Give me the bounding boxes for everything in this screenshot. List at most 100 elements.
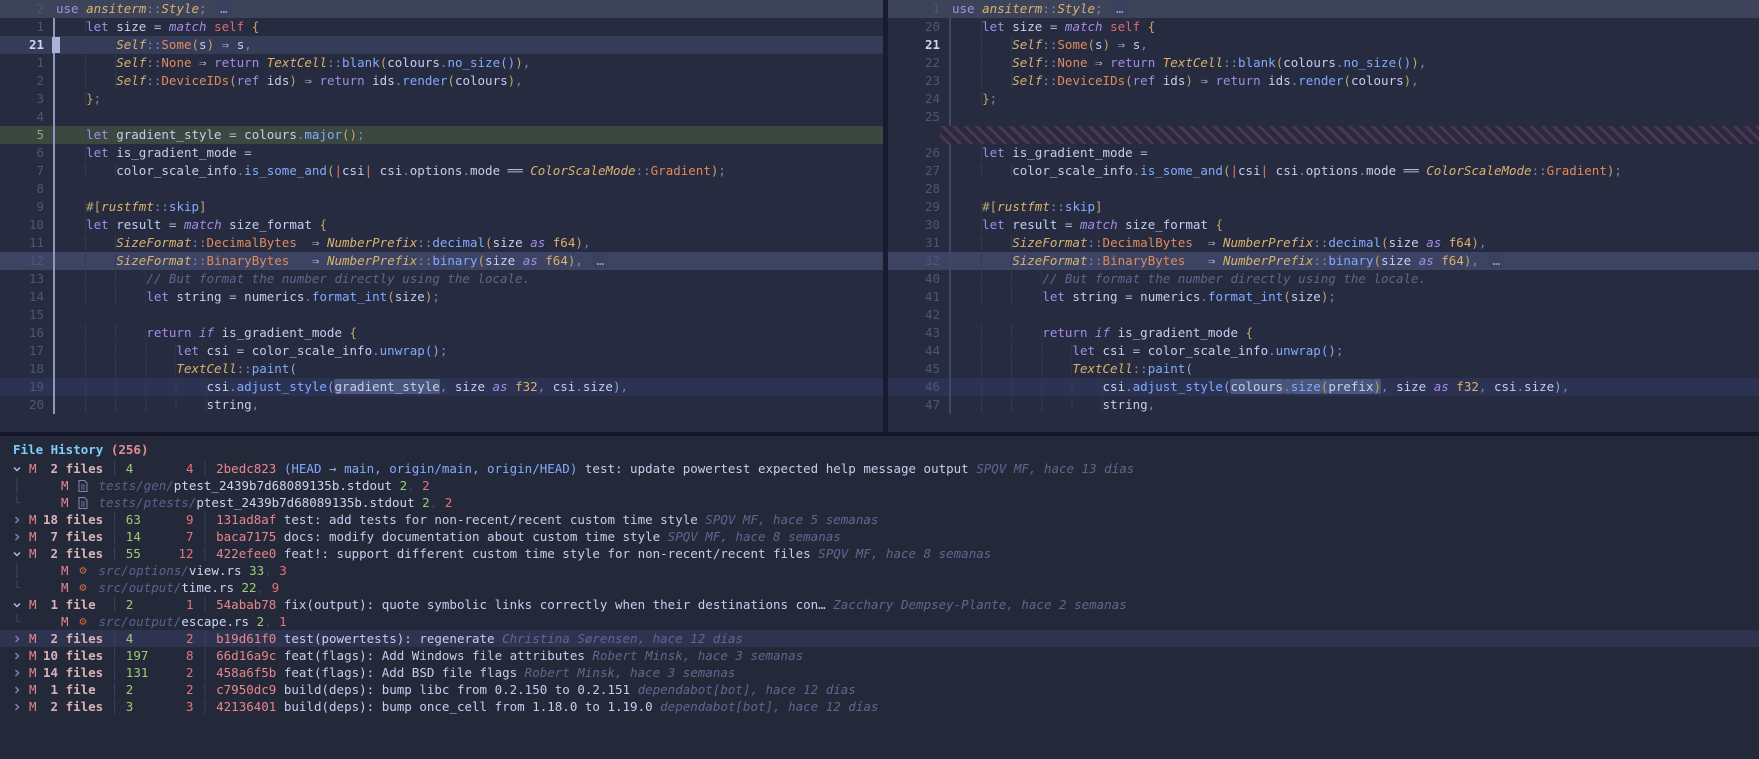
- code-line[interactable]: 3 };: [0, 90, 883, 108]
- code-line[interactable]: 13 // But format the number directly usi…: [0, 270, 883, 288]
- code-text[interactable]: [44, 180, 883, 198]
- commit-row[interactable]: M18 files │ 63 9 │ 131ad8af test: add te…: [0, 511, 1759, 528]
- code-text[interactable]: return if is_gradient_mode {: [940, 324, 1759, 342]
- code-text[interactable]: Self::DeviceIDs(ref ids) ⇒ return ids.re…: [940, 72, 1759, 90]
- code-text[interactable]: Self::Some(s) ⇒ s,: [44, 36, 883, 54]
- code-text[interactable]: SizeFormat::DecimalBytes ⇒ NumberPrefix:…: [940, 234, 1759, 252]
- file-row[interactable]: │M tests/gen/ptest_2439b7d68089135b.stdo…: [0, 477, 1759, 494]
- commit-row[interactable]: M 1 file │ 2 1 │ 54abab78 fix(output): q…: [0, 596, 1759, 613]
- code-text[interactable]: [940, 180, 1759, 198]
- code-line[interactable]: 2use ansiterm::Style; …: [0, 0, 883, 18]
- code-line[interactable]: 41 let string = numerics.format_int(size…: [888, 288, 1759, 306]
- code-text[interactable]: use ansiterm::Style; …: [44, 0, 883, 18]
- code-line[interactable]: 43 return if is_gradient_mode {: [888, 324, 1759, 342]
- code-text[interactable]: [44, 306, 883, 324]
- code-line[interactable]: 1 Self::None ⇒ return TextCell::blank(co…: [0, 54, 883, 72]
- code-line[interactable]: 23 Self::DeviceIDs(ref ids) ⇒ return ids…: [888, 72, 1759, 90]
- code-line[interactable]: 25: [888, 108, 1759, 126]
- code-text[interactable]: let size = match self {: [940, 18, 1759, 36]
- code-text[interactable]: // But format the number directly using …: [940, 270, 1759, 288]
- code-line[interactable]: 20 let size = match self {: [888, 18, 1759, 36]
- deleted-line-filler[interactable]: [888, 126, 1759, 144]
- code-text[interactable]: };: [44, 90, 883, 108]
- code-text[interactable]: color_scale_info.is_some_and(|csi| csi.o…: [940, 162, 1759, 180]
- file-row[interactable]: └M ⚙ src/output/time.rs 22, 9: [0, 579, 1759, 596]
- code-line[interactable]: 30 let result = match size_format {: [888, 216, 1759, 234]
- code-text[interactable]: SizeFormat::BinaryBytes ⇒ NumberPrefix::…: [940, 252, 1759, 270]
- code-line[interactable]: 15: [0, 306, 883, 324]
- code-text[interactable]: return if is_gradient_mode {: [44, 324, 883, 342]
- code-text[interactable]: #[rustfmt::skip]: [940, 198, 1759, 216]
- code-line[interactable]: 11 SizeFormat::DecimalBytes ⇒ NumberPref…: [0, 234, 883, 252]
- code-text[interactable]: let size = match self {: [44, 18, 883, 36]
- commit-row[interactable]: M10 files │ 197 8 │ 66d16a9c feat(flags)…: [0, 647, 1759, 664]
- code-text[interactable]: [940, 108, 1759, 126]
- file-row[interactable]: └M tests/ptests/ptest_2439b7d68089135b.s…: [0, 494, 1759, 511]
- code-text[interactable]: TextCell::paint(: [940, 360, 1759, 378]
- code-text[interactable]: #[rustfmt::skip]: [44, 198, 883, 216]
- code-line[interactable]: 44 let csi = color_scale_info.unwrap();: [888, 342, 1759, 360]
- chevron-right-icon[interactable]: [13, 686, 29, 694]
- code-line[interactable]: 31 SizeFormat::DecimalBytes ⇒ NumberPref…: [888, 234, 1759, 252]
- code-line[interactable]: 20 string,: [0, 396, 883, 414]
- code-line[interactable]: 32 SizeFormat::BinaryBytes ⇒ NumberPrefi…: [888, 252, 1759, 270]
- code-text[interactable]: Self::None ⇒ return TextCell::blank(colo…: [940, 54, 1759, 72]
- commit-row[interactable]: M 1 file │ 2 2 │ c7950dc9 build(deps): b…: [0, 681, 1759, 698]
- code-line[interactable]: 12 SizeFormat::BinaryBytes ⇒ NumberPrefi…: [0, 252, 883, 270]
- code-line[interactable]: 47 string,: [888, 396, 1759, 414]
- code-text[interactable]: let gradient_style = colours.major();: [44, 126, 883, 144]
- code-line[interactable]: 7 color_scale_info.is_some_and(|csi| csi…: [0, 162, 883, 180]
- code-text[interactable]: csi.adjust_style(gradient_style, size as…: [44, 378, 883, 396]
- code-line[interactable]: 45 TextCell::paint(: [888, 360, 1759, 378]
- code-text[interactable]: SizeFormat::DecimalBytes ⇒ NumberPrefix:…: [44, 234, 883, 252]
- code-line[interactable]: 8: [0, 180, 883, 198]
- commit-row[interactable]: M 2 files │ 55 12 │ 422efee0 feat!: supp…: [0, 545, 1759, 562]
- code-text[interactable]: let csi = color_scale_info.unwrap();: [44, 342, 883, 360]
- code-text[interactable]: SizeFormat::BinaryBytes ⇒ NumberPrefix::…: [44, 252, 883, 270]
- file-row[interactable]: │M ⚙ src/options/view.rs 33, 3: [0, 562, 1759, 579]
- commit-row[interactable]: M14 files │ 131 2 │ 458a6f5b feat(flags)…: [0, 664, 1759, 681]
- chevron-right-icon[interactable]: [13, 635, 29, 643]
- commit-row[interactable]: M 2 files │ 4 4 │ 2bedc823 (HEAD → main,…: [0, 460, 1759, 477]
- code-line[interactable]: 9 #[rustfmt::skip]: [0, 198, 883, 216]
- code-text[interactable]: [44, 108, 883, 126]
- code-line[interactable]: 40 // But format the number directly usi…: [888, 270, 1759, 288]
- code-line[interactable]: 22 Self::None ⇒ return TextCell::blank(c…: [888, 54, 1759, 72]
- code-line[interactable]: 19 csi.adjust_style(gradient_style, size…: [0, 378, 883, 396]
- chevron-down-icon[interactable]: [13, 465, 29, 473]
- code-line[interactable]: 17 let csi = color_scale_info.unwrap();: [0, 342, 883, 360]
- code-text[interactable]: TextCell::paint(: [44, 360, 883, 378]
- code-line[interactable]: 42: [888, 306, 1759, 324]
- code-text[interactable]: Self::DeviceIDs(ref ids) ⇒ return ids.re…: [44, 72, 883, 90]
- commit-row[interactable]: M 7 files │ 14 7 │ baca7175 docs: modify…: [0, 528, 1759, 545]
- code-line[interactable]: 28: [888, 180, 1759, 198]
- code-line[interactable]: 29 #[rustfmt::skip]: [888, 198, 1759, 216]
- code-line[interactable]: 1 let size = match self {: [0, 18, 883, 36]
- code-text[interactable]: color_scale_info.is_some_and(|csi| csi.o…: [44, 162, 883, 180]
- code-text[interactable]: let result = match size_format {: [940, 216, 1759, 234]
- code-text[interactable]: let result = match size_format {: [44, 216, 883, 234]
- code-line[interactable]: 24 };: [888, 90, 1759, 108]
- code-text[interactable]: let is_gradient_mode =: [940, 144, 1759, 162]
- code-text[interactable]: use ansiterm::Style; …: [940, 0, 1759, 18]
- diff-pane-left[interactable]: 2use ansiterm::Style; …1 let size = matc…: [0, 0, 883, 432]
- code-line[interactable]: 5 let gradient_style = colours.major();: [0, 126, 883, 144]
- code-line[interactable]: 2 Self::DeviceIDs(ref ids) ⇒ return ids.…: [0, 72, 883, 90]
- chevron-right-icon[interactable]: [13, 516, 29, 524]
- chevron-down-icon[interactable]: [13, 550, 29, 558]
- diff-pane-right[interactable]: 1use ansiterm::Style; …20 let size = mat…: [888, 0, 1759, 432]
- code-line[interactable]: 18 TextCell::paint(: [0, 360, 883, 378]
- code-line[interactable]: 14 let string = numerics.format_int(size…: [0, 288, 883, 306]
- code-line[interactable]: 10 let result = match size_format {: [0, 216, 883, 234]
- code-text[interactable]: string,: [44, 396, 883, 414]
- commit-row[interactable]: M 2 files │ 3 3 │ 42136401 build(deps): …: [0, 698, 1759, 715]
- code-text[interactable]: csi.adjust_style(colours.size(prefix), s…: [940, 378, 1759, 396]
- chevron-right-icon[interactable]: [13, 652, 29, 660]
- code-line[interactable]: 21 Self::Some(s) ⇒ s,: [0, 36, 883, 54]
- file-row[interactable]: └M ⚙ src/output/escape.rs 2, 1: [0, 613, 1759, 630]
- code-text[interactable]: Self::None ⇒ return TextCell::blank(colo…: [44, 54, 883, 72]
- code-text[interactable]: [940, 306, 1759, 324]
- code-text[interactable]: // But format the number directly using …: [44, 270, 883, 288]
- commit-row[interactable]: M 2 files │ 4 2 │ b19d61f0 test(powertes…: [0, 630, 1759, 647]
- code-line[interactable]: 16 return if is_gradient_mode {: [0, 324, 883, 342]
